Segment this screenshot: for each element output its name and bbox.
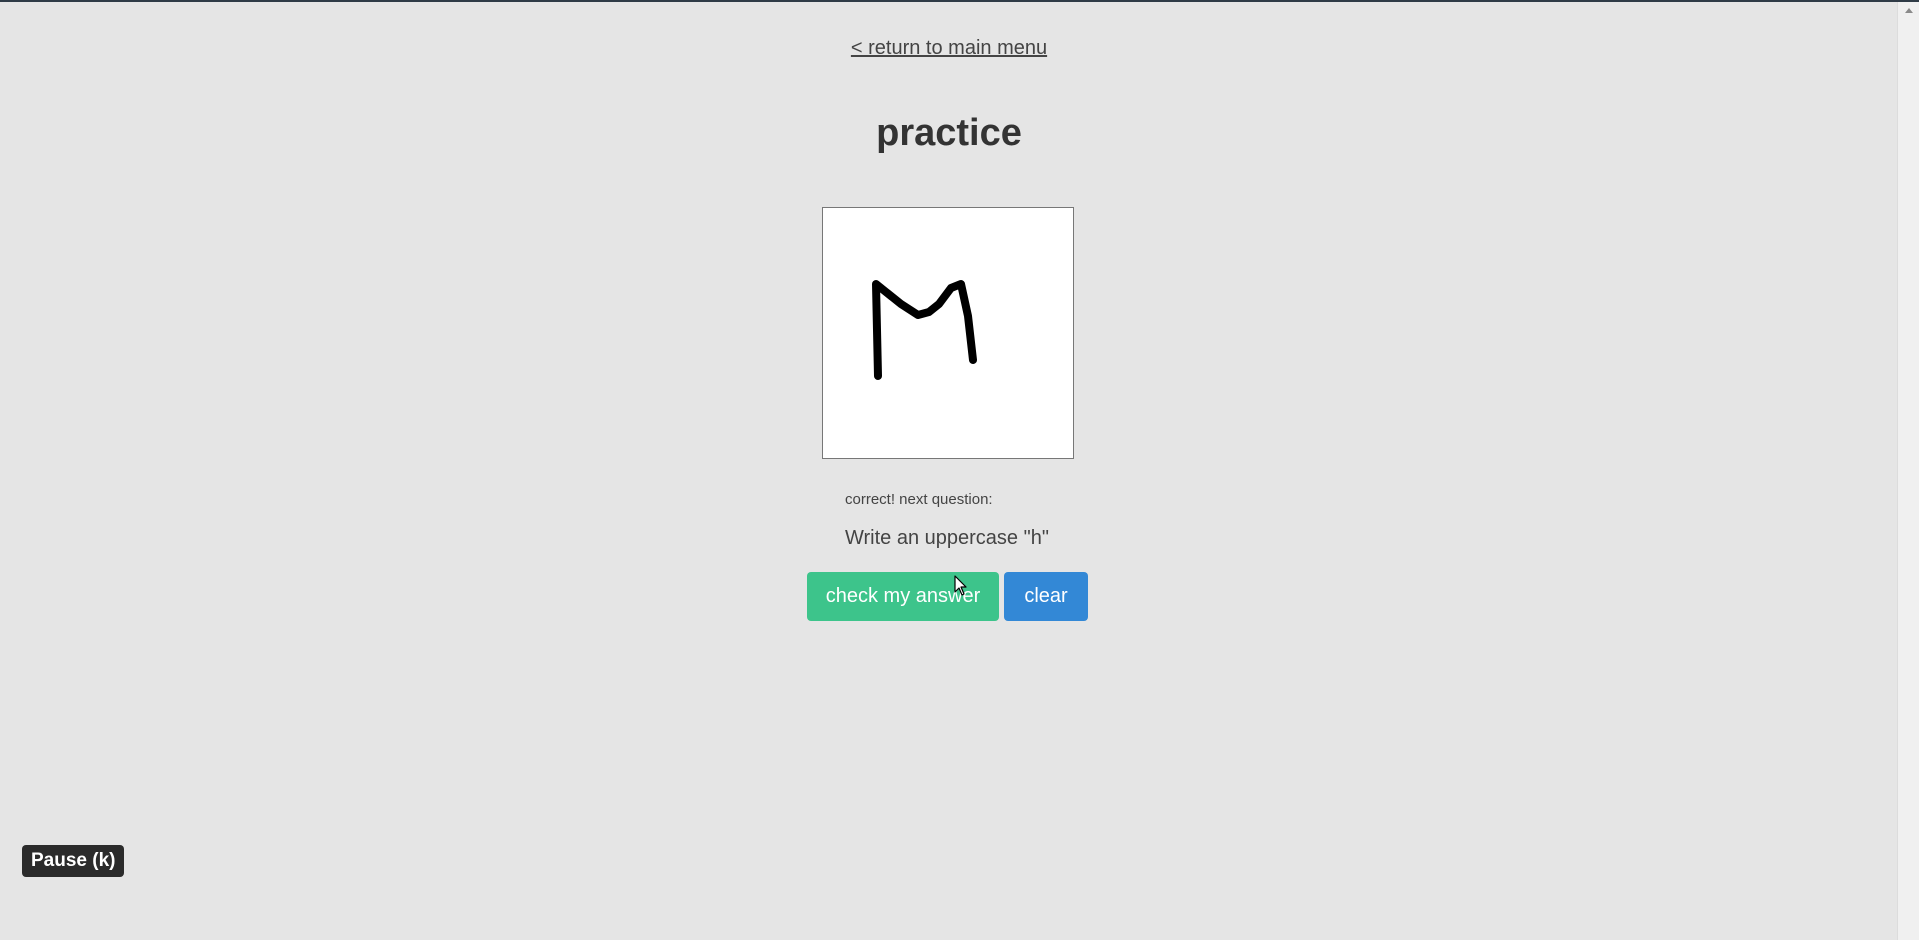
check-answer-button[interactable]: check my answer bbox=[807, 572, 999, 621]
pause-tooltip: Pause (k) bbox=[22, 845, 125, 877]
drawn-letter-stroke bbox=[872, 280, 977, 380]
page-title: practice bbox=[876, 112, 1022, 154]
arrow-cursor-icon bbox=[954, 575, 967, 596]
drawing-canvas[interactable] bbox=[822, 207, 1074, 459]
practice-page: < return to main menu practice correct! … bbox=[0, 2, 1898, 940]
scroll-up-arrow-icon[interactable] bbox=[1905, 8, 1913, 13]
back-link-container: < return to main menu bbox=[0, 37, 1898, 60]
return-to-main-menu-link[interactable]: < return to main menu bbox=[851, 37, 1047, 59]
feedback-message: correct! next question: bbox=[845, 491, 993, 508]
clear-button[interactable]: clear bbox=[1004, 572, 1088, 621]
question-prompt: Write an uppercase "h" bbox=[845, 527, 1049, 549]
vertical-scrollbar[interactable] bbox=[1897, 2, 1919, 940]
